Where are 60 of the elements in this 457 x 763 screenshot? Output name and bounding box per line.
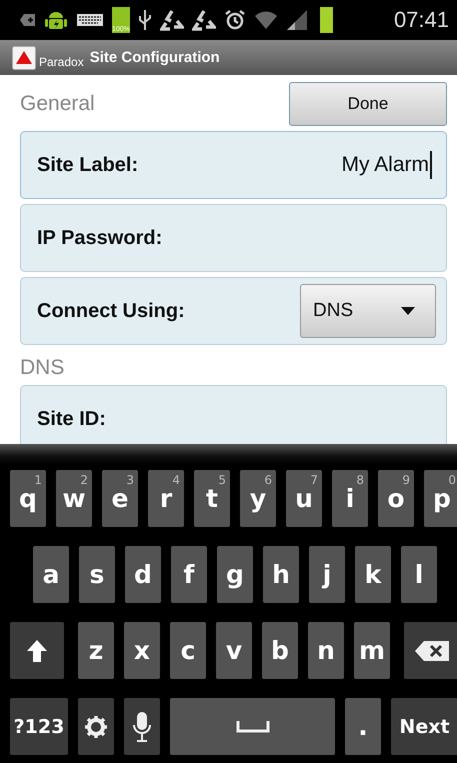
letter-key[interactable]: 0 p [424,470,457,527]
next-key[interactable]: Next [391,698,457,755]
letter-key[interactable]: 3 e [102,470,138,527]
shift-key[interactable] [10,622,64,679]
letter-key[interactable]: f [171,546,207,603]
letter-key[interactable]: 1 q [10,470,46,527]
letter-key[interactable]: 6 y [240,470,276,527]
section-heading: General [20,92,95,116]
usb-icon [138,9,152,31]
letter-key[interactable]: z [78,622,114,679]
microphone-key[interactable] [124,698,160,755]
done-button[interactable]: Done [289,82,447,126]
letter-key[interactable]: c [170,622,206,679]
field-label: Site ID: [37,408,106,430]
letter-key[interactable]: 7 u [286,470,322,527]
field-label: IP Password: [37,226,162,250]
space-bar-icon [236,720,270,732]
microphone-icon [132,710,152,742]
letter-key[interactable]: k [355,546,391,603]
letter-key[interactable]: 2 w [56,470,92,527]
screen-title: Site Configuration [90,49,220,66]
letter-key[interactable]: a [33,546,69,603]
letter-key[interactable]: n [308,622,344,679]
letter-key[interactable]: 4 r [148,470,184,527]
settings-key[interactable] [78,698,114,755]
gear-icon [84,714,108,738]
keyboard-icon [76,13,104,27]
letter-key[interactable]: j [309,546,345,603]
letter-key[interactable]: l [401,546,437,603]
notification-icon [20,13,36,27]
letter-key[interactable]: 5 t [194,470,230,527]
backspace-icon [414,640,450,662]
signal-icon [286,9,308,31]
letter-key[interactable]: g [217,546,253,603]
letter-key[interactable]: v [216,622,252,679]
clock: 07:41 [394,7,449,33]
period-key[interactable]: . [345,698,381,755]
backspace-key[interactable] [404,622,457,679]
wifi-icon [254,9,278,31]
battery-icon [320,7,333,33]
letter-key[interactable]: h [263,546,299,603]
letter-key[interactable]: s [79,546,115,603]
letter-key[interactable]: d [125,546,161,603]
field-label: Site Label: [37,154,138,176]
field-value[interactable]: My Alarm [341,153,429,177]
caret-icon [401,307,415,315]
letter-key[interactable]: 8 i [332,470,368,527]
app-name: Paradox [39,54,84,68]
alarm-clock-icon [224,9,246,31]
letter-key[interactable]: b [262,622,298,679]
field-label: Connect Using: [37,300,185,322]
shift-arrow-icon [26,638,48,662]
app-logo-icon [12,46,36,70]
symbols-key[interactable]: ?123 [10,698,68,755]
letter-key[interactable]: m [354,622,390,679]
section-heading: DNS [20,356,66,380]
letter-key[interactable]: 9 o [378,470,414,527]
letter-key[interactable]: x [124,622,160,679]
text-cursor [430,151,432,179]
dropdown[interactable]: DNS [300,284,436,338]
